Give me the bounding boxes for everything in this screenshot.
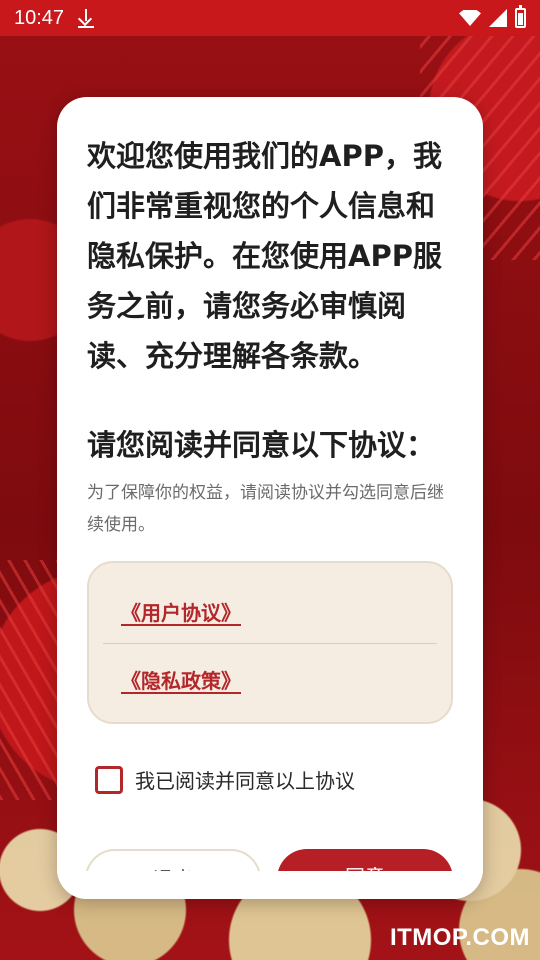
consent-label[interactable]: 我已阅读并同意以上协议 xyxy=(135,765,355,794)
consent-row[interactable]: 我已阅读并同意以上协议 xyxy=(95,765,355,794)
dialog-bottom-edge xyxy=(57,871,483,899)
signal-icon xyxy=(489,9,507,27)
status-time: 10:47 xyxy=(14,6,65,29)
watermark: ITMOP.COM xyxy=(389,924,530,951)
intro-text: 欢迎您使用我们的APP，我们非常重视您的个人信息和隐私保护。在您使用APP服务之… xyxy=(87,139,442,373)
status-bar: 10:47 xyxy=(0,0,540,36)
status-icons xyxy=(459,5,526,28)
divider xyxy=(103,643,437,644)
wifi-icon xyxy=(459,10,481,26)
user-agreement-link[interactable]: 《用户协议》 xyxy=(121,597,241,626)
privacy-dialog: 欢迎您使用我们的APP，我们非常重视您的个人信息和隐私保护。在您使用APP服务之… xyxy=(57,97,483,899)
battery-icon xyxy=(515,5,526,28)
section-description: 为了保障你的权益，请阅读协议并勾选同意后继续使用。 xyxy=(87,483,444,535)
section-title: 请您阅读并同意以下协议： xyxy=(87,428,436,462)
agreements-panel: 《用户协议》 《隐私政策》 xyxy=(87,561,453,724)
download-icon xyxy=(78,8,95,28)
consent-checkbox[interactable] xyxy=(95,765,123,794)
privacy-policy-link[interactable]: 《隐私政策》 xyxy=(121,665,241,694)
